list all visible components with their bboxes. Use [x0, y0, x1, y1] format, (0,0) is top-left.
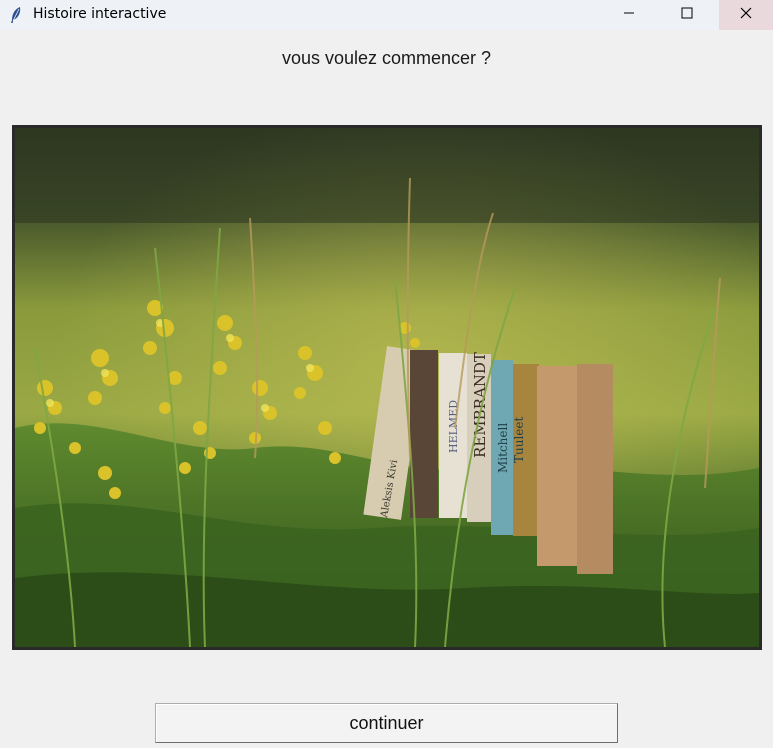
feather-icon	[9, 6, 23, 24]
close-button[interactable]	[719, 0, 773, 30]
story-prompt: vous voulez commencer ?	[281, 48, 492, 68]
spine-tuuleet: Tuuleet	[512, 416, 526, 463]
window-title: Histoire interactive	[33, 6, 167, 22]
continue-button[interactable]: continuer	[155, 703, 618, 743]
minimize-icon	[623, 6, 635, 24]
story-image: REMBRANDT Mitchell Tuuleet HELMED Aleksi…	[12, 125, 762, 650]
maximize-icon	[681, 6, 693, 24]
spine-mitchell: Mitchell	[496, 423, 510, 473]
maximize-button[interactable]	[664, 0, 710, 30]
title-bar: Histoire interactive	[0, 0, 773, 30]
minimize-button[interactable]	[606, 0, 652, 30]
close-icon	[740, 6, 752, 24]
